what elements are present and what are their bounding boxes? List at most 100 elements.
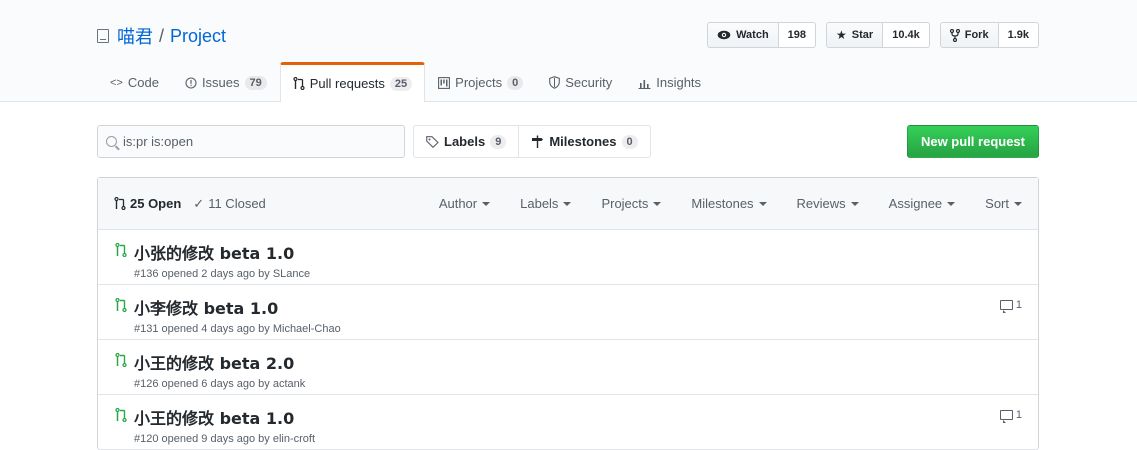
repo-nav: <> Code Issues 79 Pull requests 25 Proje… — [97, 62, 714, 102]
pull-request-title[interactable]: 小张的修改 beta 1.0 — [134, 240, 310, 264]
tab-insights[interactable]: Insights — [625, 62, 714, 102]
list-item: 小李修改 beta 1.0 #131 opened 4 days ago by … — [98, 285, 1038, 340]
graph-icon — [638, 79, 651, 89]
tab-label: Security — [565, 75, 613, 90]
open-pull-request-icon — [115, 243, 127, 257]
filter-labels[interactable]: Labels — [520, 196, 572, 211]
caret-down-icon — [482, 201, 491, 206]
tag-icon — [426, 135, 439, 148]
watch-count[interactable]: 198 — [778, 22, 817, 48]
star-count[interactable]: 10.4k — [883, 22, 930, 48]
filter-reviews[interactable]: Reviews — [797, 196, 859, 211]
tab-label: Projects — [455, 75, 503, 90]
closed-count: 11 Closed — [208, 196, 266, 211]
comment-icon — [999, 410, 1013, 423]
milestones-link[interactable]: Milestones 0 — [519, 125, 651, 158]
watch-button[interactable]: Watch — [707, 22, 779, 48]
pull-requests-counter: 25 — [389, 76, 413, 91]
git-pull-request-icon — [293, 77, 305, 90]
filter-author[interactable]: Author — [438, 196, 491, 211]
filter-projects[interactable]: Projects — [601, 196, 662, 211]
tab-label: Insights — [656, 75, 702, 90]
check-icon: ✓ — [193, 195, 205, 211]
star-button[interactable]: ★ Star — [826, 22, 884, 48]
pull-request-body: 小王的修改 beta 2.0 #126 opened 6 days ago by… — [134, 350, 305, 390]
filter-assignee[interactable]: Assignee — [888, 196, 956, 211]
filter-label: Projects — [601, 196, 649, 211]
tab-issues[interactable]: Issues 79 — [172, 62, 280, 102]
tab-label: Pull requests — [309, 76, 385, 91]
search-box — [97, 125, 405, 158]
fork-count[interactable]: 1.9k — [998, 22, 1039, 48]
eye-icon — [717, 30, 731, 40]
repo-name-link[interactable]: Project — [170, 26, 226, 47]
tab-label: Issues — [201, 75, 240, 90]
caret-down-icon — [947, 201, 956, 206]
tab-security[interactable]: Security — [536, 62, 625, 102]
filter-label: Reviews — [796, 196, 846, 211]
filter-label: Labels — [520, 196, 559, 211]
comment-count: 1 — [1015, 409, 1022, 421]
star-label: Star — [851, 29, 874, 41]
git-pull-request-icon — [114, 197, 126, 210]
pull-request-body: 小张的修改 beta 1.0 #136 opened 2 days ago by… — [134, 240, 310, 280]
filter-label: Assignee — [888, 196, 943, 211]
projects-counter: 0 — [507, 75, 524, 90]
repo-separator: / — [159, 25, 165, 46]
list-item: 小王的修改 beta 1.0 #120 opened 9 days ago by… — [98, 395, 1038, 450]
pull-request-title[interactable]: 小王的修改 beta 1.0 — [134, 405, 315, 429]
star-icon: ★ — [836, 28, 847, 42]
code-icon: <> — [110, 76, 123, 89]
fork-button[interactable]: Fork — [939, 22, 999, 48]
tab-pull-requests[interactable]: Pull requests 25 — [279, 62, 426, 102]
repo-book-icon — [97, 29, 109, 43]
tab-projects[interactable]: Projects 0 — [425, 62, 536, 102]
comments-link[interactable]: 1 — [999, 409, 1022, 423]
open-pull-request-icon — [115, 298, 127, 312]
repo-owner-link[interactable]: 喵君 — [117, 23, 153, 49]
subnav: Labels 9 Milestones 0 New pull request — [97, 125, 1039, 158]
milestones-label: Milestones — [549, 134, 617, 149]
filter-label: Author — [438, 196, 478, 211]
star-group: ★ Star 10.4k — [826, 22, 930, 48]
issues-counter: 79 — [244, 75, 267, 90]
fork-label: Fork — [964, 29, 989, 41]
open-pull-request-icon — [115, 408, 127, 422]
filter-sort[interactable]: Sort — [985, 196, 1022, 211]
pull-request-title[interactable]: 小李修改 beta 1.0 — [134, 295, 341, 319]
search-icon — [106, 136, 117, 147]
open-count: 25 Open — [130, 196, 182, 211]
new-pull-request-button[interactable]: New pull request — [906, 125, 1039, 158]
repo-title: 喵君 / Project — [97, 23, 226, 49]
pull-request-body: 小李修改 beta 1.0 #131 opened 4 days ago by … — [134, 295, 341, 335]
caret-down-icon — [563, 201, 572, 206]
state-toggle: 25 Open ✓ 11 Closed — [114, 196, 266, 212]
filter-milestones[interactable]: Milestones — [691, 196, 767, 211]
milestones-counter: 0 — [621, 134, 638, 149]
watch-label: Watch — [736, 29, 769, 41]
search-input[interactable] — [123, 134, 383, 149]
repo-actions: Watch 198 ★ Star 10.4k Fork 1.9k — [707, 22, 1039, 48]
filter-label: Milestones — [691, 196, 754, 211]
pull-request-meta: #126 opened 6 days ago by actank — [134, 378, 306, 390]
labels-milestones-group: Labels 9 Milestones 0 — [413, 125, 651, 158]
closed-filter[interactable]: ✓ 11 Closed — [193, 196, 265, 212]
pull-request-meta: #131 opened 4 days ago by Michael-Chao — [134, 323, 341, 335]
comment-icon — [999, 300, 1013, 313]
list-item: 小张的修改 beta 1.0 #136 opened 2 days ago by… — [98, 230, 1038, 285]
labels-link[interactable]: Labels 9 — [413, 125, 520, 158]
open-pull-request-icon — [115, 353, 127, 367]
fork-icon — [949, 28, 960, 42]
project-icon — [438, 76, 451, 89]
open-filter[interactable]: 25 Open — [114, 196, 181, 212]
pull-request-meta: #120 opened 9 days ago by elin-croft — [134, 433, 316, 445]
tab-code[interactable]: <> Code — [97, 62, 172, 102]
issue-opened-icon — [185, 76, 197, 89]
caret-down-icon — [653, 201, 662, 206]
labels-label: Labels — [444, 134, 486, 149]
pull-request-list: 25 Open ✓ 11 Closed Author Labels Projec… — [97, 177, 1039, 450]
pull-request-title[interactable]: 小王的修改 beta 2.0 — [134, 350, 305, 374]
caret-down-icon — [850, 201, 859, 206]
comments-link[interactable]: 1 — [999, 299, 1022, 313]
comment-count: 1 — [1015, 299, 1022, 311]
